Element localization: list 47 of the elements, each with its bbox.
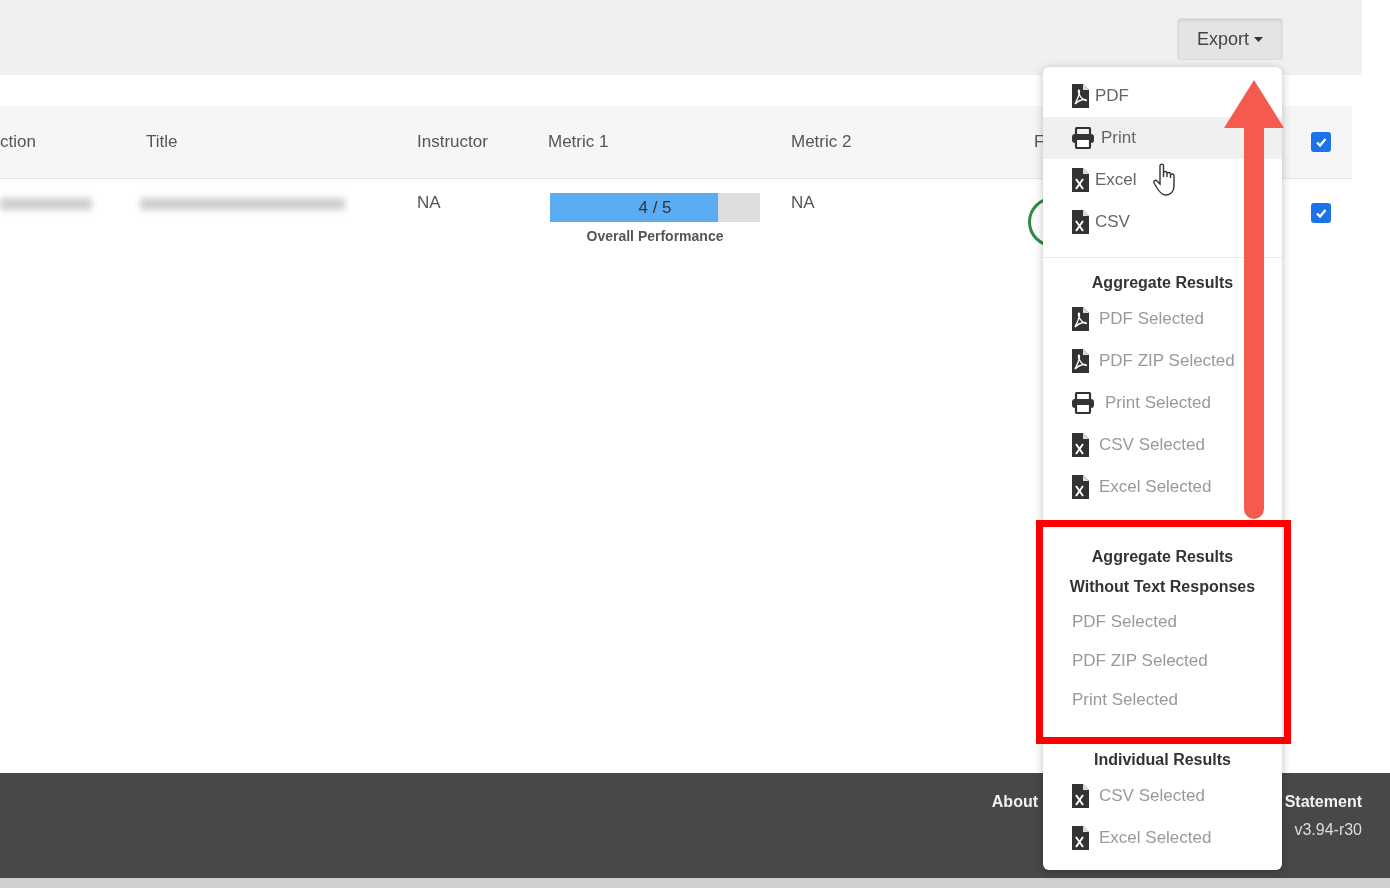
checkmark-icon bbox=[1314, 206, 1328, 220]
menu-heading: Aggregate Results bbox=[1090, 547, 1235, 567]
menu-item[interactable]: Excel Selected bbox=[1043, 466, 1282, 508]
menu-item[interactable]: Print Selected bbox=[1043, 680, 1282, 719]
checkmark-icon bbox=[1314, 135, 1328, 149]
table-cell: NA bbox=[791, 193, 815, 212]
checkbox[interactable] bbox=[1311, 203, 1331, 223]
spreadsheet-file-icon bbox=[1071, 475, 1089, 499]
menu-item[interactable]: CSV Selected bbox=[1043, 424, 1282, 466]
column-header: Metric 1 bbox=[548, 132, 609, 152]
menu-item[interactable]: PDF Selected bbox=[1043, 602, 1282, 641]
score-reading: 4 / 5 bbox=[638, 197, 672, 218]
menu-item[interactable]: PDF ZIP Selected bbox=[1043, 641, 1282, 680]
column-header: Instructor bbox=[417, 132, 488, 152]
column-header: F bbox=[1034, 132, 1045, 152]
menu-item[interactable]: Excel Selected bbox=[1043, 817, 1282, 859]
spreadsheet-file-icon bbox=[1071, 826, 1089, 850]
pdf-file-icon bbox=[1071, 349, 1089, 373]
version-text: v3.94-r30 bbox=[1294, 821, 1362, 839]
column-header: Title bbox=[146, 132, 178, 152]
menu-item[interactable]: PDF Selected bbox=[1043, 298, 1282, 340]
export-button[interactable]: Export bbox=[1177, 18, 1283, 60]
pdf-file-icon bbox=[1071, 307, 1089, 331]
column-header: ction bbox=[0, 132, 36, 152]
table-cell: NA bbox=[417, 193, 441, 212]
spreadsheet-file-icon bbox=[1071, 433, 1089, 457]
spreadsheet-file-icon bbox=[1071, 168, 1089, 192]
pdf-file-icon bbox=[1071, 84, 1089, 108]
caret-icon bbox=[1254, 36, 1263, 42]
menu-item[interactable]: PDF bbox=[1043, 75, 1282, 117]
printer-icon bbox=[1071, 392, 1095, 414]
spreadsheet-file-icon bbox=[1071, 784, 1089, 808]
menu-item[interactable]: Excel bbox=[1043, 159, 1282, 201]
menu-item[interactable]: CSV bbox=[1043, 201, 1282, 243]
footer-link[interactable]: About bbox=[991, 793, 1038, 878]
menu-item[interactable]: PDF ZIP Selected bbox=[1043, 340, 1282, 382]
menu-item[interactable]: CSV Selected bbox=[1043, 775, 1282, 817]
menu-heading: Aggregate Results bbox=[1090, 273, 1235, 293]
spreadsheet-file-icon bbox=[1071, 210, 1089, 234]
score-caption: Overall Performance bbox=[586, 228, 724, 244]
printer-icon bbox=[1071, 127, 1095, 149]
column-header: Metric 2 bbox=[791, 132, 852, 152]
menu-heading: Without Text Responses bbox=[1068, 577, 1257, 597]
menu-item[interactable]: Print Selected bbox=[1043, 382, 1282, 424]
footer-link[interactable]: Statement bbox=[1284, 793, 1362, 811]
checkbox[interactable] bbox=[1311, 132, 1331, 152]
menu-heading: Individual Results bbox=[1093, 750, 1232, 770]
